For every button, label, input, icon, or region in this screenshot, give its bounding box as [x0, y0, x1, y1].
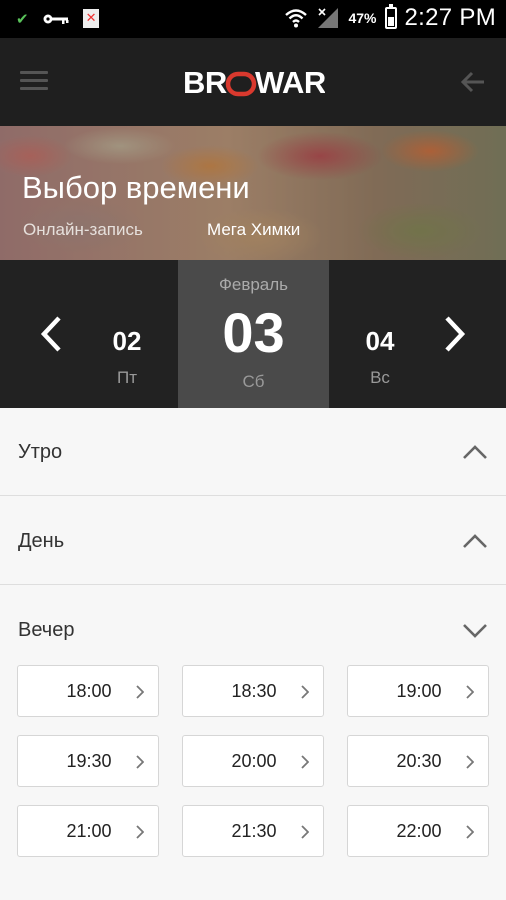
prev-date-weekday: Пт [116, 368, 137, 387]
date-picker: 02 Пт Февраль 03 Сб 04 Вс [0, 260, 506, 408]
time-slot[interactable]: 19:30 [17, 735, 159, 787]
time-slot[interactable]: 19:00 [347, 665, 489, 717]
wifi-icon [285, 9, 308, 28]
key-notification-icon [43, 14, 69, 24]
time-slot[interactable]: 21:30 [182, 805, 324, 857]
time-slot[interactable]: 18:30 [182, 665, 324, 717]
back-arrow-icon[interactable] [460, 70, 486, 94]
next-date-day[interactable]: 04 [350, 326, 410, 357]
app-bar: BR WART [0, 38, 506, 126]
section-evening[interactable]: Вечер [0, 586, 506, 656]
selected-date-weekday: Сб [242, 372, 265, 391]
chevron-right-icon [136, 755, 144, 769]
hero-banner: Выбор времени Онлайн-запись Мега Химки [0, 126, 506, 260]
section-morning[interactable]: Утро [0, 408, 506, 496]
time-slot[interactable]: 22:00 [347, 805, 489, 857]
chevron-right-icon [301, 825, 309, 839]
chevron-right-icon [301, 755, 309, 769]
page-title: Выбор времени [22, 170, 250, 205]
next-date-weekday: Вс [370, 368, 390, 387]
chevron-right-icon [136, 685, 144, 699]
previous-day-arrow-icon[interactable] [37, 314, 67, 354]
time-slot[interactable]: 21:00 [17, 805, 159, 857]
chevron-right-icon [301, 685, 309, 699]
check-notification-icon: ✔ [16, 10, 29, 28]
salon-location: Мега Химки [207, 220, 301, 239]
clock: 2:27 PM [404, 4, 496, 31]
svg-text:BR: BR [183, 65, 227, 100]
status-bar: ✔ ✕ 47% 2:27 PM [0, 0, 506, 38]
selected-month: Февраль [218, 275, 289, 294]
section-day[interactable]: День [0, 497, 506, 585]
browart-logo: BR WART [183, 65, 325, 100]
section-evening-label: Вечер [18, 619, 75, 641]
section-morning-label: Утро [18, 441, 63, 463]
signal-icon [318, 8, 339, 28]
chevron-right-icon [466, 685, 474, 699]
chevron-right-icon [136, 825, 144, 839]
battery-icon [384, 4, 397, 29]
next-day-arrow-icon[interactable] [439, 314, 469, 354]
file-error-notification-icon: ✕ [82, 9, 99, 28]
chevron-up-icon[interactable] [462, 533, 488, 549]
hero-subtitle: Онлайн-запись [23, 220, 143, 239]
chevron-right-icon [466, 755, 474, 769]
time-slot[interactable]: 18:00 [17, 665, 159, 717]
time-slot[interactable]: 20:00 [182, 735, 324, 787]
chevron-down-icon[interactable] [462, 622, 488, 638]
chevron-up-icon[interactable] [462, 444, 488, 460]
battery-percent: 47% [348, 10, 377, 26]
section-day-label: День [18, 530, 65, 552]
svg-text:WART: WART [255, 65, 325, 100]
chevron-right-icon [466, 825, 474, 839]
time-slot[interactable]: 20:30 [347, 735, 489, 787]
prev-date-day[interactable]: 02 [97, 326, 157, 357]
menu-icon[interactable] [20, 71, 48, 91]
selected-date-day[interactable]: 03 [178, 300, 329, 365]
